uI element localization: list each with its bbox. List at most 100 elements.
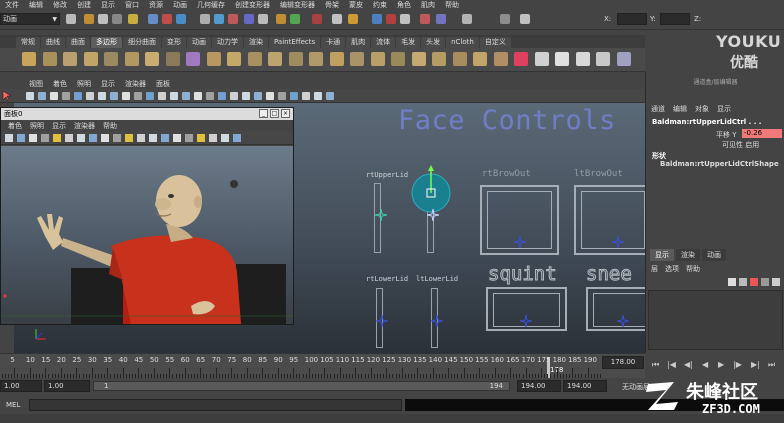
mode-selector[interactable]: 动画 ▼: [0, 13, 60, 25]
shelf-tool-icon[interactable]: [514, 52, 528, 66]
float-menu-item[interactable]: 着色: [4, 121, 26, 131]
translate-y-value[interactable]: -0.26: [742, 129, 782, 138]
viewport-menu-item[interactable]: 显示: [96, 79, 120, 89]
viewport-menu-item[interactable]: 着色: [48, 79, 72, 89]
float-tool-icon[interactable]: [173, 134, 181, 142]
layer-menu-item[interactable]: 层: [651, 264, 665, 274]
current-time-field[interactable]: 178.00: [602, 356, 644, 369]
translate-y-label[interactable]: 平移 Y: [716, 130, 737, 140]
shelf-tool-icon[interactable]: [145, 52, 159, 66]
animation-end-field[interactable]: 194.00: [563, 380, 607, 392]
viewport-tool-icon[interactable]: [182, 92, 190, 100]
maximize-button[interactable]: □: [270, 109, 279, 118]
layer-tab[interactable]: 渲染: [676, 249, 700, 261]
float-tool-icon[interactable]: [101, 134, 109, 142]
float-tool-icon[interactable]: [89, 134, 97, 142]
viewport-tool-icon[interactable]: [266, 92, 274, 100]
float-tool-icon[interactable]: [5, 134, 13, 142]
menu-item[interactable]: 创建变形器: [230, 0, 275, 10]
viewport-tool-icon[interactable]: [230, 92, 238, 100]
shelf-tool-icon[interactable]: [391, 52, 405, 66]
viewport-tool-icon[interactable]: [314, 92, 322, 100]
shelf-tab[interactable]: 变形: [162, 37, 186, 48]
viewport-tool-icon[interactable]: [26, 92, 34, 100]
menu-item[interactable]: 修改: [48, 0, 72, 10]
shelf-tool-icon[interactable]: [575, 52, 590, 66]
status-tool-icon[interactable]: [372, 14, 382, 24]
viewport-tool-icon[interactable]: [134, 92, 142, 100]
shelf-tab[interactable]: 自定义: [479, 37, 511, 48]
menu-item[interactable]: 帮助: [440, 0, 464, 10]
menu-item[interactable]: 骨架: [320, 0, 344, 10]
float-tool-icon[interactable]: [65, 134, 73, 142]
viewport-tool-icon[interactable]: [278, 92, 286, 100]
shelf-tool-icon[interactable]: [350, 52, 364, 66]
channel-box-menu-item[interactable]: 显示: [717, 104, 739, 114]
status-tool-icon[interactable]: [312, 14, 322, 24]
float-tool-icon[interactable]: [209, 134, 217, 142]
shelf-tab[interactable]: 流体: [371, 37, 396, 48]
shelf-tool-icon[interactable]: [288, 52, 303, 66]
menu-item[interactable]: 动画: [168, 0, 192, 10]
viewport-tool-icon[interactable]: [146, 92, 154, 100]
float-tool-icon[interactable]: [53, 134, 61, 142]
x-field[interactable]: [617, 13, 647, 25]
viewport-tool-icon[interactable]: [110, 92, 118, 100]
shelf-tab[interactable]: PaintEffects: [269, 37, 321, 48]
viewport-menu-item[interactable]: 渲染器: [120, 79, 151, 89]
status-tool-icon[interactable]: [214, 14, 224, 24]
viewport-tool-icon[interactable]: [38, 92, 46, 100]
menu-item[interactable]: 角色: [392, 0, 416, 10]
select-tool-icon[interactable]: [0, 89, 14, 103]
viewport-tool-icon[interactable]: [62, 92, 70, 100]
float-tool-icon[interactable]: [221, 134, 229, 142]
step-back-key-button[interactable]: |◀: [667, 360, 676, 369]
shelf-tab[interactable]: 曲线: [41, 37, 65, 48]
viewport-tool-icon[interactable]: [302, 92, 310, 100]
float-menu-item[interactable]: 显示: [48, 121, 70, 131]
viewport-tool-icon[interactable]: [326, 92, 334, 100]
menu-item[interactable]: 约束: [368, 0, 392, 10]
step-back-frame-button[interactable]: ◀|: [684, 360, 693, 369]
play-backward-button[interactable]: ◀: [702, 360, 708, 369]
status-tool-icon[interactable]: [200, 14, 210, 24]
shelf-tab[interactable]: 曲面: [66, 37, 90, 48]
shelf-tab[interactable]: 动力学: [212, 37, 243, 48]
status-tool-icon[interactable]: [84, 14, 94, 24]
viewport-tool-icon[interactable]: [254, 92, 262, 100]
floating-panel-titlebar[interactable]: 面板0 _ □ ×: [1, 108, 293, 120]
viewport-tool-icon[interactable]: [206, 92, 214, 100]
status-tool-icon[interactable]: [332, 14, 342, 24]
viewport-tool-icon[interactable]: [194, 92, 202, 100]
shelf-tab[interactable]: 细分曲面: [123, 37, 161, 48]
viewport-tool-icon[interactable]: [218, 92, 226, 100]
shelf-tool-icon[interactable]: [63, 52, 77, 66]
mel-label[interactable]: MEL: [6, 401, 20, 409]
visibility-row[interactable]: 可见性 启用: [722, 140, 759, 150]
shelf-tool-icon[interactable]: [309, 52, 323, 66]
shelf-tool-icon[interactable]: [534, 52, 549, 66]
float-tool-icon[interactable]: [197, 134, 205, 142]
channel-box-menu-item[interactable]: 编辑: [673, 104, 695, 114]
viewport-tool-icon[interactable]: [158, 92, 166, 100]
float-tool-icon[interactable]: [161, 134, 169, 142]
status-tool-icon[interactable]: [258, 14, 268, 24]
status-tool-icon[interactable]: [348, 14, 358, 24]
status-tool-icon[interactable]: [290, 14, 300, 24]
status-tool-icon[interactable]: [462, 14, 472, 24]
status-tool-icon[interactable]: [98, 14, 108, 24]
y-field[interactable]: [660, 13, 690, 25]
shape-node-name[interactable]: Baldman:rtUpperLidCtrlShape: [660, 160, 779, 168]
shelf-tool-icon[interactable]: [206, 52, 221, 66]
status-tool-icon[interactable]: [244, 14, 254, 24]
float-tool-icon[interactable]: [17, 134, 25, 142]
channel-box-menu-item[interactable]: 对象: [695, 104, 717, 114]
viewport-tool-icon[interactable]: [290, 92, 298, 100]
left-lid-star-control[interactable]: [375, 209, 387, 221]
status-tool-icon[interactable]: [436, 14, 446, 24]
go-to-end-button[interactable]: ⏭: [768, 360, 775, 370]
sneer-star[interactable]: [617, 315, 629, 327]
float-tool-icon[interactable]: [41, 134, 49, 142]
shelf-tool-icon[interactable]: [165, 52, 180, 66]
shelf-tab[interactable]: 肌肉: [346, 37, 371, 48]
